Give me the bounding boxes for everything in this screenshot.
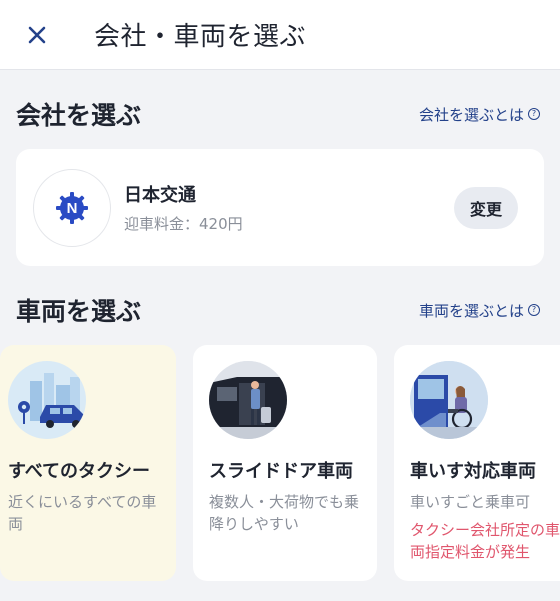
company-section-header: 会社を選ぶ 会社を選ぶとは ? — [16, 96, 540, 132]
company-name: 日本交通 — [124, 185, 196, 206]
vehicle-description: 車いすごと乗車可 — [410, 493, 531, 511]
wheelchair-illustration — [410, 361, 488, 439]
vehicle-name: スライドドア車両 — [209, 461, 353, 482]
vehicle-info-link-label: 車両を選ぶとは — [418, 301, 524, 320]
nihon-kotsu-logo-icon: N — [56, 191, 88, 224]
vehicle-card-all-taxis[interactable]: すべてのタクシー 近くにいるすべての車 両 — [0, 345, 176, 581]
vehicle-name: すべてのタクシー — [8, 461, 151, 482]
vehicle-section-header: 車両を選ぶ 車両を選ぶとは ? — [16, 292, 540, 328]
svg-text:N: N — [67, 200, 78, 217]
pickup-fee: 迎車料金：420円 — [124, 215, 243, 233]
vehicle-card-sliding-door[interactable]: スライドドア車両 複数人・大荷物でも乗 降りしやすい — [193, 345, 377, 581]
company-card: N 日本交通 迎車料金：420円 変更 — [16, 149, 544, 266]
sliding-door-illustration — [209, 361, 287, 439]
help-icon: ? — [528, 304, 540, 316]
vehicle-name: 車いす対応車両 — [410, 461, 536, 482]
close-icon — [28, 26, 46, 43]
vehicle-card-wheelchair[interactable]: 車いす対応車両 車いすごと乗車可 タクシー会社所定の車 両指定料金が発生 — [394, 345, 560, 581]
change-company-button[interactable]: 変更 — [454, 186, 518, 229]
company-logo: N — [33, 168, 111, 247]
vehicle-list: すべてのタクシー 近くにいるすべての車 両 スライドドア車両 複数人・大荷物でも… — [0, 345, 560, 581]
vehicle-description: 複数人・大荷物でも乗 降りしやすい — [209, 493, 360, 533]
close-button[interactable] — [0, 0, 74, 70]
all-taxis-illustration — [8, 361, 86, 439]
help-icon: ? — [528, 108, 540, 120]
vehicle-section-title: 車両を選ぶ — [16, 297, 142, 326]
company-info: 日本交通 迎車料金：420円 — [124, 181, 454, 234]
header-bar: 会社・車両を選ぶ — [0, 0, 560, 70]
company-info-link-label: 会社を選ぶとは — [418, 105, 524, 124]
vehicle-info-link[interactable]: 車両を選ぶとは ? — [419, 300, 540, 321]
vehicle-description: 近くにいるすべての車 両 — [8, 493, 157, 533]
company-info-link[interactable]: 会社を選ぶとは ? — [419, 104, 540, 125]
page-title: 会社・車両を選ぶ — [94, 22, 307, 52]
company-section-title: 会社を選ぶ — [16, 101, 142, 130]
vehicle-extra-fee-warning: タクシー会社所定の車 両指定料金が発生 — [410, 521, 560, 561]
